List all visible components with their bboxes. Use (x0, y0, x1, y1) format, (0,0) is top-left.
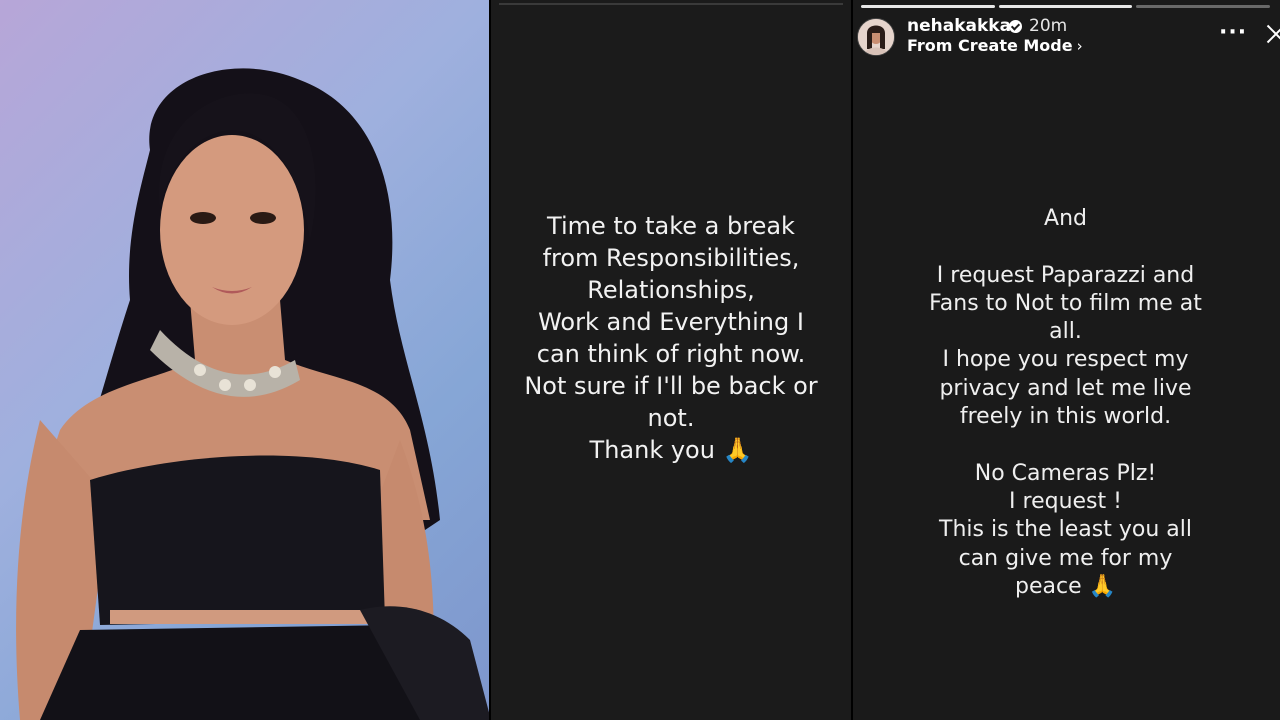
story-progress-segment (861, 5, 995, 8)
story-panel-right[interactable]: nehakakkar 20m From Create Mode › ··· And… (853, 0, 1280, 720)
more-options-icon[interactable]: ··· (1219, 20, 1247, 45)
create-mode-link[interactable]: From Create Mode › (907, 36, 1083, 55)
verified-badge-icon (1009, 20, 1022, 33)
story-text-left: Time to take a break from Responsibiliti… (524, 212, 818, 464)
portrait-photo (0, 0, 491, 720)
story-progress-segment (998, 5, 1133, 8)
story-progress-bars (861, 5, 1271, 8)
chevron-right-icon: › (1076, 37, 1083, 55)
progress-bar (499, 3, 843, 5)
time-ago: 20m (1029, 16, 1068, 36)
create-mode-label: From Create Mode (907, 36, 1073, 55)
username[interactable]: nehakakkar (907, 16, 1019, 36)
story-text-right: And I request Paparazzi and Fans to Not … (929, 206, 1202, 599)
close-icon[interactable] (1265, 22, 1280, 46)
avatar-image (858, 19, 894, 55)
screenshot-collage: Time to take a break from Responsibiliti… (0, 0, 1280, 720)
portrait-illustration (16, 68, 491, 720)
story-panel-left[interactable]: Time to take a break from Responsibiliti… (491, 0, 851, 720)
story-header: nehakakkar 20m From Create Mode › ··· (853, 10, 1280, 60)
avatar[interactable] (857, 18, 895, 56)
story-progress-segment (1136, 5, 1271, 8)
